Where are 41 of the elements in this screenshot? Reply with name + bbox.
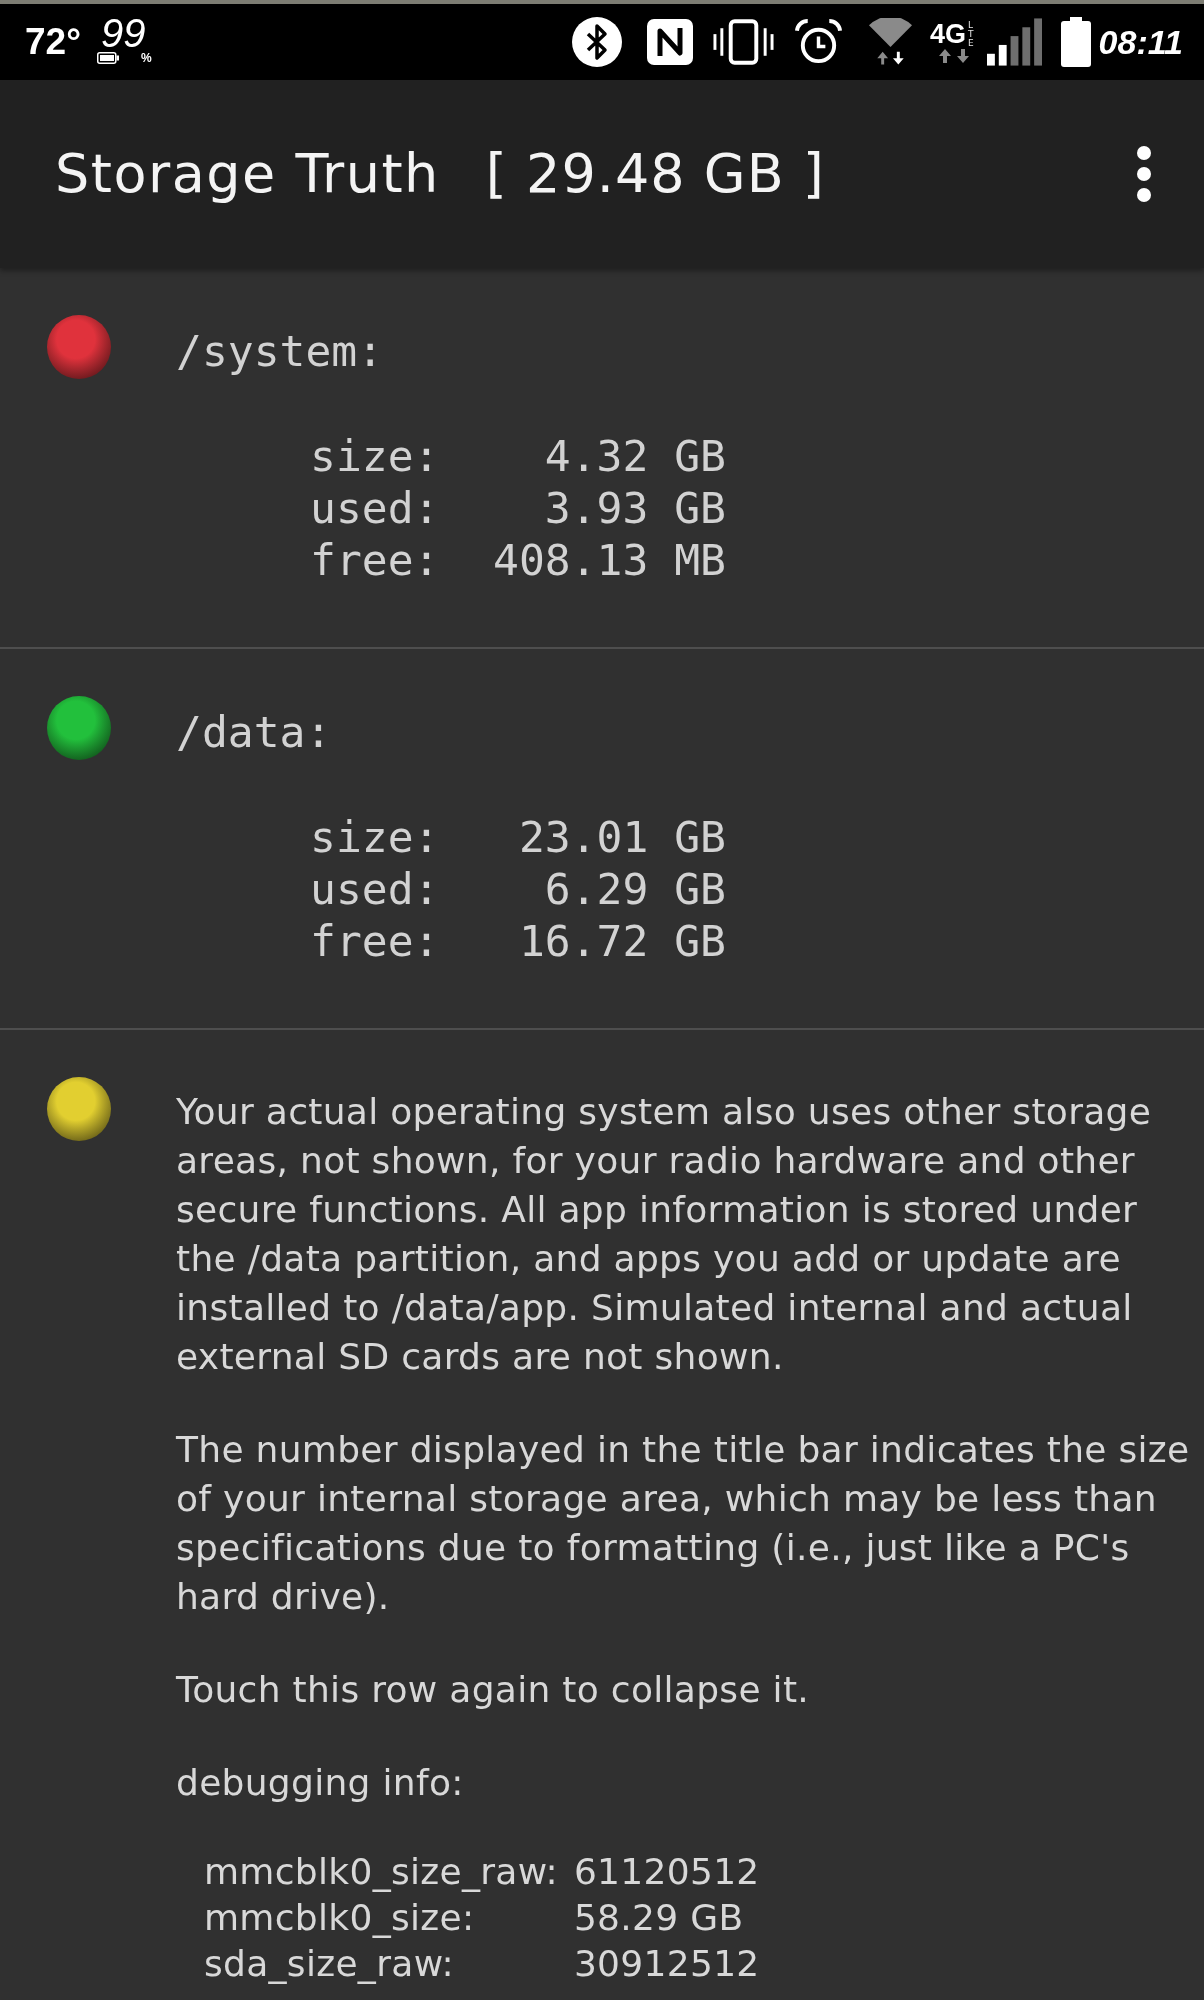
nfc-icon <box>646 19 693 65</box>
percent-sign-label: % <box>140 52 152 64</box>
storage-size-label: [ 29.48 GB ] <box>485 142 825 206</box>
battery-small-icon <box>96 52 119 64</box>
debug-label: mmcblk0_size: <box>204 1896 476 1940</box>
stat-value: 3.93 GB <box>544 482 726 534</box>
stat-value: 16.72 GB <box>518 915 726 967</box>
wifi-icon <box>867 18 913 66</box>
stat-value: 6.29 GB <box>544 863 726 915</box>
stat-value: 4.32 GB <box>544 430 726 482</box>
battery-percent-label: 99 <box>100 14 146 52</box>
signal-icon <box>986 18 1042 66</box>
info-paragraph: Your actual operating system also uses other storage areas, not shown, for your radio hardware and other secure functions. All app information is stored under the /data partition, and apps you add or update are installed to /data/app. Simulated internal and actual external SD cards are not shown. <box>176 1090 1153 1379</box>
stat-label: size: <box>310 811 440 863</box>
stat-label: used: <box>310 863 440 915</box>
data-arrows-icon <box>936 49 971 63</box>
clock-time-label: 08:11 <box>1098 22 1183 62</box>
debug-value: 58.29 GB <box>573 1896 745 1940</box>
stat-value: 23.01 GB <box>518 811 726 863</box>
debug-value: 30912512 <box>573 1942 760 1986</box>
partition-name: /system: <box>176 325 385 377</box>
info-paragraph: The number displayed in the title bar indicates the size of your internal storage area, which may be less than specifications due to formatting (i.e., just like a PC's hard drive). <box>176 1428 1191 1619</box>
lte-label: LTE <box>968 21 975 48</box>
partition-name: /data: <box>176 706 333 758</box>
stat-label: used: <box>310 482 440 534</box>
bluetooth-icon <box>571 17 622 67</box>
more-options-icon[interactable] <box>1137 146 1151 202</box>
stat-label: free: <box>310 915 440 967</box>
debug-heading: debugging info: <box>176 1761 465 1805</box>
vibrate-icon <box>711 18 775 66</box>
network-type-label: 4G <box>930 21 967 47</box>
debug-label: mmcblk0_size_raw: <box>204 1850 558 1894</box>
stat-label: size: <box>310 430 440 482</box>
app-title: Storage Truth <box>55 142 440 206</box>
battery-icon <box>1060 17 1091 67</box>
info-paragraph: Touch this row again to collapse it. <box>176 1668 811 1712</box>
temperature-label: 72° <box>25 22 81 62</box>
stat-value: 408.13 MB <box>493 534 726 586</box>
debug-value: 61120512 <box>573 1850 760 1894</box>
debug-label: sda_size_raw: <box>204 1942 455 1986</box>
stat-label: free: <box>310 534 440 586</box>
